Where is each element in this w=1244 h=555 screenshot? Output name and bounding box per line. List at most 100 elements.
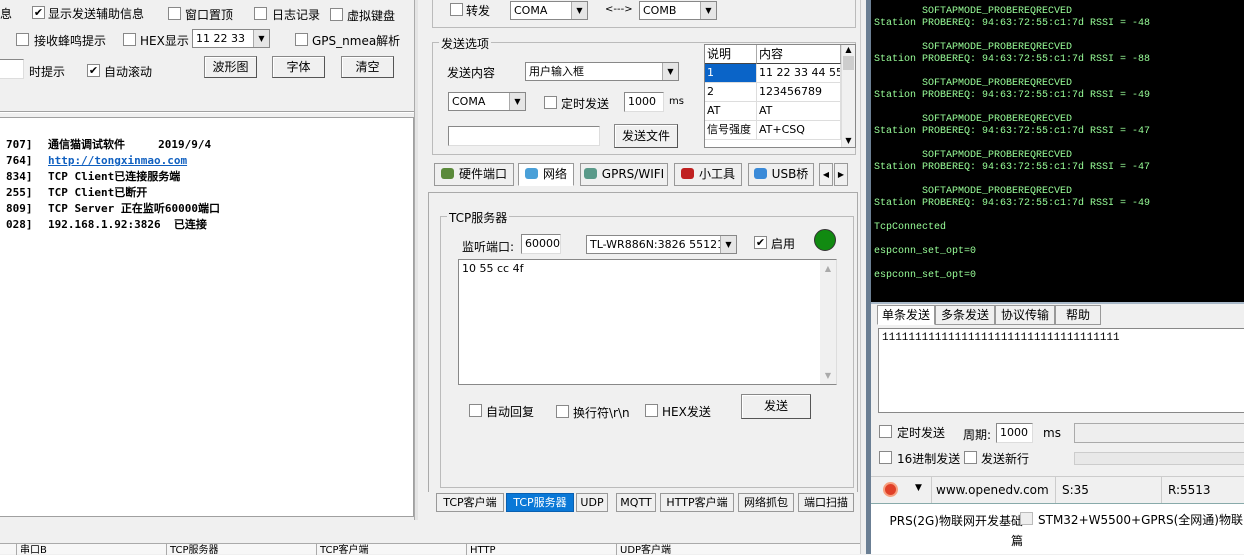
terminal-line: SOFTAPMODE_PROBEREQRECVED: [874, 6, 1073, 17]
file-path-input[interactable]: [448, 126, 600, 146]
session-tab[interactable]: 串口B: [16, 544, 164, 555]
timed-send-label: 定时发送: [561, 97, 610, 111]
auto-scroll-label: 自动滚动: [104, 65, 153, 79]
table-scrollbar[interactable]: ▲ ▼: [841, 45, 855, 147]
send-mode-tab[interactable]: 帮助: [1055, 305, 1101, 325]
session-tab-bar: 串口B TCP服务器 TCP客户端 HTTP UDP客户端: [0, 543, 868, 555]
footer-checkbox[interactable]: [1020, 512, 1033, 525]
quick-command-table[interactable]: 说明 内容 1 11 22 33 44 55 2 123456789 AT AT 信号强度 AT+…: [704, 44, 856, 148]
device-tab[interactable]: 小工具: [674, 163, 742, 186]
gps-checkbox[interactable]: [295, 33, 308, 46]
client-select[interactable]: TL-WR886N:3826 551210 ▼: [586, 235, 737, 254]
network-subtab[interactable]: UDP: [576, 493, 608, 512]
network-subtab[interactable]: TCP客户端: [436, 493, 504, 512]
enable-checkbox[interactable]: ✔: [754, 236, 767, 249]
forward-to-select[interactable]: COMB ▼: [639, 1, 717, 20]
receive-scrollbar[interactable]: ▲ ▼: [820, 260, 836, 384]
auto-scroll-checkbox[interactable]: ✔: [87, 64, 100, 77]
right-timed-send-checkbox[interactable]: [879, 425, 892, 438]
show-send-info-checkbox[interactable]: ✔: [32, 6, 45, 19]
send-text-area[interactable]: 111111111111111111111111111111111111: [878, 328, 1244, 413]
hex-select[interactable]: 11 22 33 ▼: [192, 29, 270, 48]
terminal-line: Station PROBEREQ: 94:63:72:55:c1:7d RSSI…: [874, 54, 1151, 65]
splitter[interactable]: [414, 0, 418, 520]
table-header[interactable]: 说明: [705, 45, 757, 64]
device-tab[interactable]: 网络: [518, 163, 574, 186]
receive-log[interactable]: 707] 通信猫调试软件 2019/9/4 764] http://tongxinma…: [0, 117, 414, 517]
listen-port-input[interactable]: 60000: [521, 234, 561, 254]
listen-port-label: 监听端口:: [462, 240, 515, 254]
virtual-keyboard-checkbox[interactable]: [330, 8, 343, 21]
forward-from-value: COMA: [514, 4, 548, 17]
site-link[interactable]: www.openedv.com: [931, 477, 1053, 503]
forward-checkbox[interactable]: [450, 3, 463, 16]
dropdown-arrow-icon[interactable]: ▼: [915, 483, 922, 493]
table-cell[interactable]: 11 22 33 44 55: [757, 64, 841, 83]
table-cell[interactable]: 信号强度: [705, 121, 757, 140]
window-top-checkbox[interactable]: [168, 7, 181, 20]
table-cell[interactable]: 123456789: [757, 83, 841, 102]
table-cell[interactable]: AT: [705, 102, 757, 121]
network-subtab[interactable]: HTTP客户端: [660, 493, 734, 512]
beep-label: 接收蜂鸣提示: [34, 34, 107, 48]
send-mode-tab[interactable]: 单条发送: [877, 305, 935, 325]
window-top-label: 窗口置顶: [185, 8, 234, 22]
interval-input[interactable]: [0, 59, 24, 79]
beep-checkbox[interactable]: [16, 33, 29, 46]
session-tab[interactable]: UDP客户端: [616, 544, 764, 555]
timed-interval-input[interactable]: 1000: [624, 92, 664, 112]
terminal-line: SOFTAPMODE_PROBEREQRECVED: [874, 114, 1073, 125]
device-tab[interactable]: GPRS/WIFI: [580, 163, 668, 186]
timed-send-checkbox[interactable]: [544, 96, 557, 109]
session-tab[interactable]: HTTP: [466, 544, 614, 555]
serial-terminal[interactable]: SOFTAPMODE_PROBEREQRECVED Station PROBERE…: [871, 0, 1244, 302]
table-header[interactable]: 内容: [757, 45, 841, 64]
send-newline-checkbox[interactable]: [964, 451, 977, 464]
tab-scroll-right[interactable]: ▶: [834, 163, 848, 186]
device-tab[interactable]: 硬件端口: [434, 163, 514, 186]
hex-send-right-checkbox[interactable]: [879, 451, 892, 464]
font-button[interactable]: 字体: [272, 56, 325, 78]
hex-send-checkbox[interactable]: [645, 404, 658, 417]
terminal-line: Station PROBEREQ: 94:63:72:55:c1:7d RSSI…: [874, 126, 1151, 137]
send-button[interactable]: 发送: [741, 394, 811, 419]
clear-button[interactable]: 清空: [341, 56, 394, 78]
send-mode-tab[interactable]: 协议传输: [995, 305, 1055, 325]
footer-link-2[interactable]: STM32+W5500+GPRS(全网通)物联网: [1038, 511, 1244, 528]
send-content-select[interactable]: 用户输入框 ▼: [525, 62, 679, 81]
table-cell[interactable]: AT+CSQ: [757, 121, 841, 140]
network-subtab[interactable]: 网络抓包: [738, 493, 794, 512]
send-port-select[interactable]: COMA ▼: [448, 92, 526, 111]
period-input[interactable]: 1000: [996, 423, 1033, 443]
log-link[interactable]: http://tongxinmao.com: [48, 154, 187, 167]
received-data-area[interactable]: 10 55 cc 4f ▲ ▼: [458, 259, 837, 385]
table-cell[interactable]: 2: [705, 83, 757, 102]
send-file-button[interactable]: 发送文件: [614, 124, 678, 148]
session-tab[interactable]: TCP客户端: [316, 544, 464, 555]
network-subtab[interactable]: 端口扫描: [798, 493, 854, 512]
table-cell[interactable]: AT: [757, 102, 841, 121]
auto-reply-checkbox[interactable]: [469, 404, 482, 417]
send-mode-tab[interactable]: 多条发送: [935, 305, 995, 325]
period-label: 周期:: [963, 428, 992, 442]
hex-display-checkbox[interactable]: [123, 33, 136, 46]
tab-scroll-left[interactable]: ◀: [819, 163, 833, 186]
logo-icon[interactable]: [883, 482, 898, 497]
newline-checkbox[interactable]: [556, 405, 569, 418]
gps-label: GPS_nmea解析: [312, 34, 401, 48]
network-subtab[interactable]: MQTT: [616, 493, 656, 512]
table-cell[interactable]: 1: [705, 64, 757, 83]
session-tab[interactable]: TCP服务器: [166, 544, 314, 555]
log-record-checkbox[interactable]: [254, 7, 267, 20]
send-text: 111111111111111111111111111111111111: [882, 332, 1120, 344]
footer-link-1[interactable]: PRS(2G)物联网开发基础篇: [887, 511, 1024, 551]
send-options-title: 发送选项: [439, 35, 492, 52]
device-tab[interactable]: USB桥: [748, 163, 814, 186]
send-button-bar[interactable]: [1074, 423, 1244, 443]
forward-from-select[interactable]: COMA ▼: [510, 1, 588, 20]
network-subtab[interactable]: TCP服务器: [506, 493, 574, 512]
right-panel: SOFTAPMODE_PROBEREQRECVED Station PROBERE…: [871, 0, 1244, 554]
waveform-button[interactable]: 波形图: [204, 56, 257, 78]
